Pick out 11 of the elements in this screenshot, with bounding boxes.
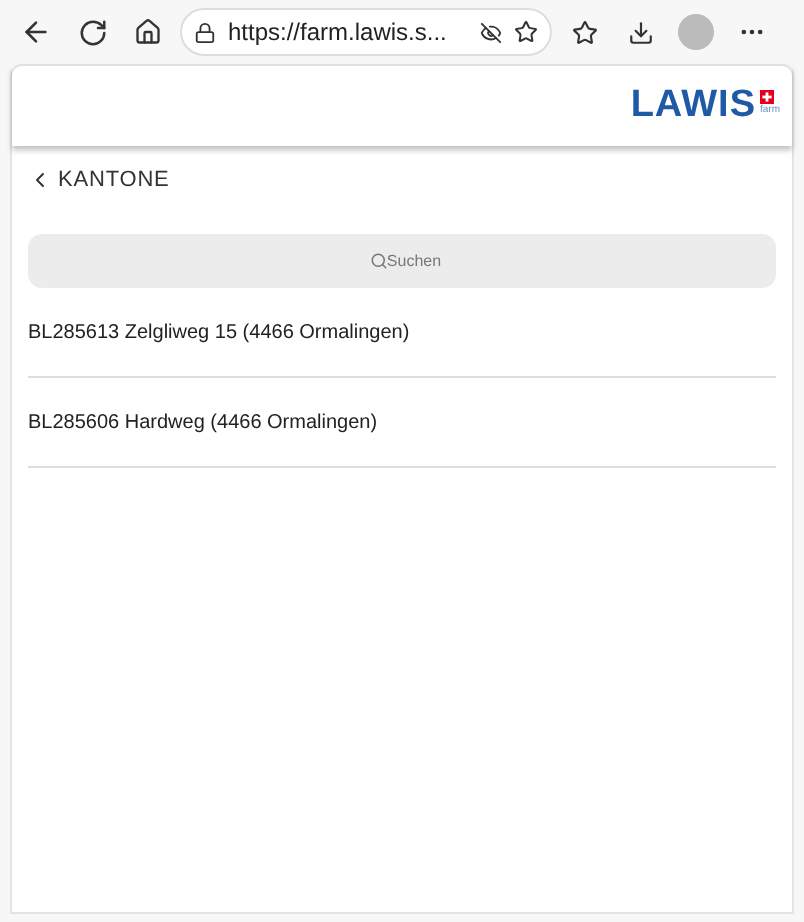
swiss-cross-icon: [760, 90, 774, 104]
farm-item[interactable]: BL285613 Zelgliweg 15 (4466 Ormalingen): [28, 321, 410, 343]
search-field[interactable]: Suchen: [28, 234, 776, 288]
lock-icon: [194, 21, 216, 43]
farm-item[interactable]: BL285606 Hardweg (4466 Ormalingen): [28, 411, 378, 433]
star-icon[interactable]: [514, 20, 538, 44]
back-link[interactable]: KANTONE: [28, 166, 170, 194]
url-text: https://farm.lawis.s...: [228, 18, 449, 46]
eye-off-icon[interactable]: [480, 21, 502, 43]
search-icon: [370, 252, 388, 270]
address-bar[interactable]: https://farm.lawis.s...: [180, 8, 552, 56]
